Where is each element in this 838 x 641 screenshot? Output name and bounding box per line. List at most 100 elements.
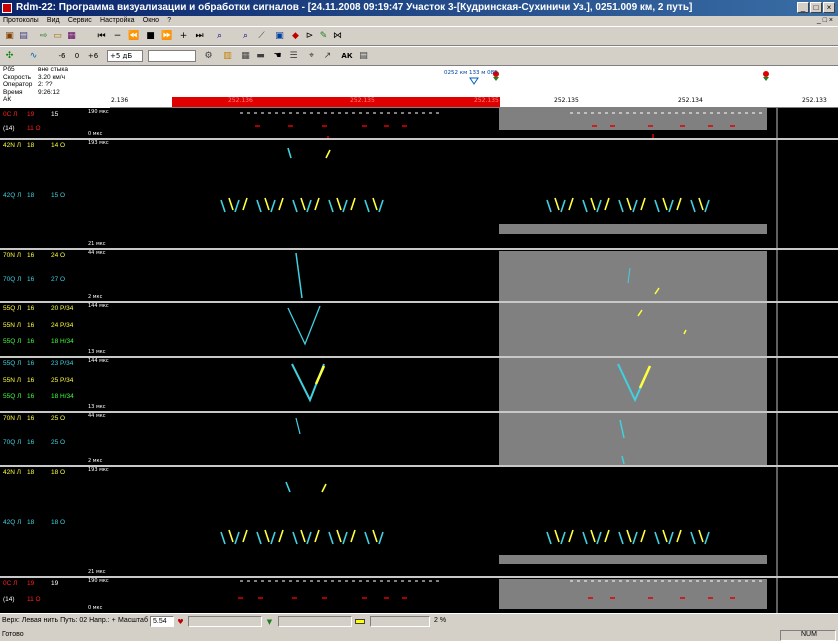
export-icon[interactable]: ⇨: [38, 31, 49, 42]
info-row: Рб5 вне стыка: [0, 66, 110, 74]
channel-label: 16: [27, 338, 35, 345]
channel-label: 16: [27, 321, 35, 329]
rewind-icon[interactable]: ⏪: [128, 31, 139, 42]
link-icon[interactable]: ⋈: [332, 31, 343, 42]
minus-icon[interactable]: −: [112, 31, 123, 42]
flag-icon[interactable]: ◆: [290, 31, 301, 42]
channel-label: 16: [27, 439, 35, 447]
channel-label: (14): [3, 596, 15, 604]
menu-view[interactable]: Вид: [44, 16, 63, 26]
channel-label: 55N Л: [3, 376, 21, 384]
wave-icon[interactable]: ∿: [28, 51, 39, 62]
ruler-icon[interactable]: ▬: [255, 51, 266, 62]
channel-label: 18: [27, 191, 35, 199]
plus-icon[interactable]: +: [178, 31, 189, 42]
marker-triangle-icon[interactable]: [469, 77, 479, 85]
gray-zone: [499, 108, 767, 130]
bscan-plot[interactable]: [110, 108, 838, 613]
save-icon[interactable]: ▤: [18, 31, 29, 42]
mark-icon[interactable]: ▣: [274, 31, 285, 42]
channel-label: 11 О: [27, 124, 41, 132]
lines-icon[interactable]: ☰: [288, 51, 299, 62]
info-value: вне стыка: [38, 66, 68, 73]
channel-label: 0С Л: [3, 580, 18, 587]
echo-mark-cyan: [582, 531, 588, 545]
echo-mark-yellow: [278, 529, 284, 543]
channel-labels: 0С Л 19 15 (14) 11 О 42N Л 18 14 О 42Q Л 18 15 О 70…: [0, 108, 80, 613]
grid-icon[interactable]: ▦: [240, 51, 251, 62]
coordinate-ruler[interactable]: 0252 км 133 м 085 2.136 252.136 252.135 …: [110, 66, 838, 108]
ruler-tick: 252.135: [474, 97, 499, 104]
arrow-icon[interactable]: ↗: [322, 51, 333, 62]
tool-icon[interactable]: ⊳: [304, 31, 315, 42]
scan-icon[interactable]: ▥: [222, 51, 233, 62]
settings-icon[interactable]: ⚙: [203, 51, 214, 62]
first-icon[interactable]: ⏮: [96, 31, 107, 42]
channel-label: 25 Р/34: [51, 376, 74, 384]
channel-label: 15 О: [51, 191, 66, 199]
menu-service[interactable]: Сервис: [65, 16, 95, 26]
scale-top: 190 мкс: [88, 109, 109, 115]
zoom-icon[interactable]: ⌕: [214, 31, 225, 42]
signal-toolbar: ✣ ∿ -6 0 +6 +5 дБ ⚙ ▥ ▦ ▬ ☚ ☰ ⌖ ↗ АК ▤: [0, 46, 838, 66]
close-button[interactable]: ×: [823, 2, 835, 13]
maximize-button[interactable]: □: [810, 2, 822, 13]
echo-mark-cyan: [546, 199, 552, 213]
print-icon[interactable]: ▦: [66, 31, 77, 42]
menu-help[interactable]: ?: [164, 16, 174, 26]
forward-icon[interactable]: ⏩: [161, 31, 172, 42]
signal-icon[interactable]: ✣: [4, 51, 15, 62]
menu-protocols[interactable]: Протоколы: [0, 16, 42, 26]
echo-mark-yellow: [626, 197, 632, 211]
marker-pin-icon[interactable]: [763, 71, 769, 77]
echo-mark-yellow: [314, 529, 320, 543]
window-title: Rdm-22: Программа визуализации и обработ…: [16, 2, 693, 13]
echo-mark-yellow: [698, 529, 704, 543]
echo-mark-yellow: [568, 529, 574, 543]
mdi-controls[interactable]: _ □ ×: [814, 16, 836, 26]
scale-bottom: 21 мкс: [88, 569, 106, 575]
echo-mark-cyan: [364, 199, 370, 213]
gain-plus6-button[interactable]: +6: [86, 50, 100, 63]
echo-mark-cyan: [256, 199, 262, 213]
echo-mark-yellow: [300, 197, 306, 211]
hand-icon[interactable]: ☚: [272, 51, 283, 62]
mode-combo[interactable]: [148, 50, 196, 62]
channel-label: 11 О: [27, 596, 41, 604]
zoom-out-icon[interactable]: ⌕: [240, 31, 251, 42]
echo-mark-yellow: [662, 529, 668, 543]
echo-mark-cyan: [306, 531, 312, 545]
echo-mark-cyan: [560, 531, 566, 545]
echo-mark-cyan: [306, 199, 312, 213]
gain-minus6-button[interactable]: -6: [56, 50, 68, 63]
minimize-button[interactable]: _: [797, 2, 809, 13]
open-icon[interactable]: ▣: [4, 31, 15, 42]
ruler-icon[interactable]: ⟋: [256, 31, 267, 42]
info-key: АК: [3, 96, 12, 103]
echo-mark-yellow: [350, 197, 356, 211]
chart-icon[interactable]: ▤: [358, 51, 369, 62]
folder-icon[interactable]: ▭: [52, 31, 63, 42]
status-panel: [188, 616, 262, 627]
channel-label: 18 Н/34: [51, 393, 74, 400]
menu-window[interactable]: Окно: [140, 16, 162, 26]
echo-mark-cyan: [690, 531, 696, 545]
pen-icon[interactable]: ✎: [318, 31, 329, 42]
echo-mark-cyan: [270, 531, 276, 545]
echo-mark-cyan: [618, 199, 624, 213]
ak-button[interactable]: АК: [340, 50, 354, 63]
scale-top: 44 мкс: [88, 250, 106, 256]
cursor-icon[interactable]: ⌖: [306, 51, 317, 62]
gain-combo[interactable]: +5 дБ: [107, 50, 143, 62]
channel-label: 16: [27, 393, 35, 400]
menu-settings[interactable]: Настройка: [97, 16, 137, 26]
stop-icon[interactable]: ■: [145, 31, 156, 42]
menu-bar: Протоколы Вид Сервис Настройка Окно ? _ …: [0, 16, 838, 26]
echo-mark-cyan: [291, 363, 325, 403]
scale-field[interactable]: 5.54: [150, 616, 174, 627]
selection-band[interactable]: [172, 97, 500, 108]
last-icon[interactable]: ⏭: [194, 31, 205, 42]
info-row: АК: [0, 96, 110, 104]
echo-mark-cyan: [295, 252, 303, 299]
gain-zero-button[interactable]: 0: [72, 50, 82, 63]
